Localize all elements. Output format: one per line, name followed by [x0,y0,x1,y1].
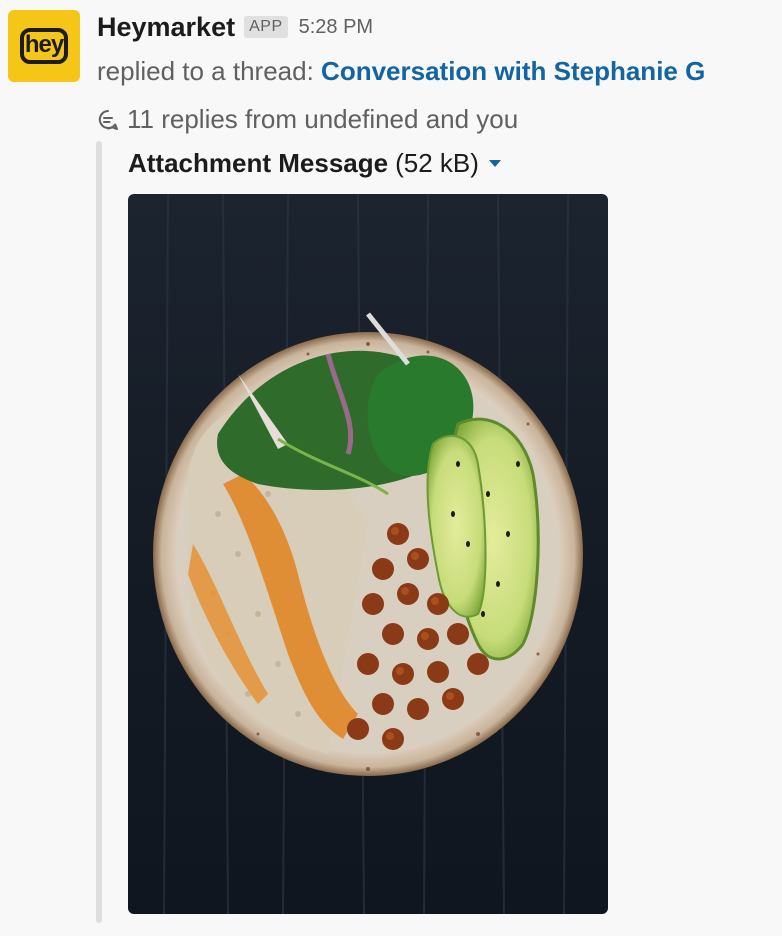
thread-bubble-icon [98,109,118,130]
attachment-bar [96,141,102,923]
attachment-name: Attachment Message [128,148,389,178]
message-header: Heymarket APP 5:28 PM [97,10,373,44]
attachment-title[interactable]: Attachment Message (52 kB) [128,148,501,179]
app-avatar[interactable]: hey [8,10,80,82]
replies-text: 11 replies from undefined and you [127,104,519,134]
thread-link[interactable]: Conversation with Stephanie G [321,56,705,86]
thread-prefix: replied to a thread: [97,56,314,86]
attachment-size: (52 kB) [395,148,479,178]
caret-down-icon[interactable] [488,160,501,167]
attachment-image[interactable] [128,194,608,914]
thread-reply-line: replied to a thread: Conversation with S… [97,56,705,87]
message-timestamp[interactable]: 5:28 PM [299,16,373,39]
avatar-text: hey [24,30,64,58]
app-badge: APP [244,16,288,38]
sender-name[interactable]: Heymarket [97,12,235,43]
hey-logo: hey [20,28,68,64]
replies-summary[interactable]: 11 replies from undefined and you [97,104,518,135]
